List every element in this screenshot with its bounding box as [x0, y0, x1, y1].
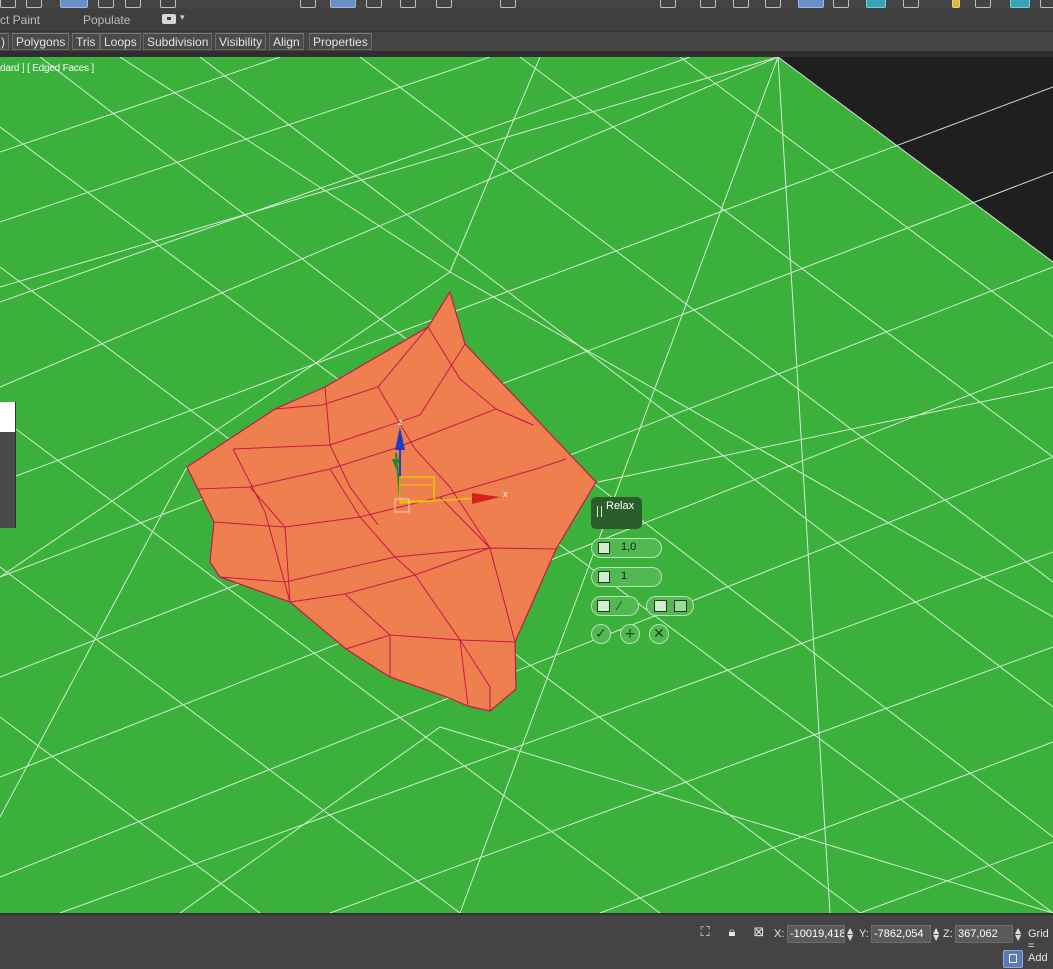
x-coord-field[interactable]: -10019,418	[787, 925, 845, 943]
toolbar-icon[interactable]	[0, 0, 16, 8]
percent-icon[interactable]	[436, 0, 452, 8]
iterations-icon	[598, 571, 610, 583]
ok-button[interactable]: ✓	[591, 624, 611, 644]
boundary-options-toggle[interactable]: ⁄	[591, 596, 639, 616]
drag-handle-icon[interactable]	[597, 506, 602, 517]
hold-boundary-icon[interactable]	[597, 600, 610, 612]
y-coord-label: Y:	[859, 928, 869, 940]
viewport-canvas[interactable]: z x	[0, 57, 1053, 913]
mirror-icon[interactable]	[660, 0, 676, 8]
gizmo-z-label: z	[398, 417, 403, 427]
tab-populate[interactable]: Populate	[83, 12, 130, 28]
lock-icon[interactable]: 🔒︎	[724, 925, 740, 941]
z-spinner-icon[interactable]: ▲ ▼	[1015, 927, 1021, 942]
caddy-title-label: Relax	[606, 500, 635, 512]
ribbon-panel-bar: ) Polygons Tris Loops Subdivision Visibi…	[0, 31, 1053, 52]
render-frame-icon[interactable]	[952, 0, 960, 8]
z-coord-label: Z:	[943, 928, 953, 940]
align-icon[interactable]	[700, 0, 716, 8]
relax-caddy-title[interactable]: Relax	[591, 497, 642, 529]
hold-corner-icon[interactable]	[654, 600, 667, 612]
move-icon[interactable]	[98, 0, 114, 8]
submenu-item-subdivision[interactable]: Subdivision	[143, 33, 213, 50]
render-production-icon[interactable]	[1010, 0, 1030, 8]
spinner-snap-icon[interactable]	[400, 0, 416, 8]
outer-points-toggle[interactable]	[646, 596, 694, 616]
schematic-view-icon[interactable]	[833, 0, 849, 8]
material-editor-icon[interactable]	[866, 0, 886, 8]
layer-icon[interactable]	[733, 0, 749, 8]
submenu-item-loops[interactable]: Loops	[100, 33, 141, 50]
submenu-item-edges[interactable]: )	[0, 33, 9, 50]
submenu-item-tris[interactable]: Tris	[72, 33, 100, 50]
selected-polygons[interactable]	[186, 290, 597, 712]
ribbon-toggle-icon[interactable]	[765, 0, 781, 8]
select-region-icon[interactable]	[26, 0, 42, 8]
submenu-item-align[interactable]: Align	[269, 33, 304, 50]
add-label[interactable]: Add	[1028, 952, 1048, 964]
ribbon-mode-icon[interactable]	[162, 14, 176, 24]
x-coord-label: X:	[774, 928, 785, 940]
select-object-icon[interactable]	[60, 0, 88, 8]
angle-snap-icon[interactable]	[330, 0, 356, 8]
x-spinner-icon[interactable]: ▲ ▼	[847, 927, 853, 942]
perspective-viewport[interactable]: z x dard ] [ Edged Faces ] Relax 1,0 1 ⁄…	[0, 57, 1053, 913]
snap-icon[interactable]	[300, 0, 316, 8]
render-setup-icon[interactable]	[903, 0, 919, 8]
status-bar: ⛶ 🔒︎ ⊠ X: -10019,418 ▲ ▼ Y: -7862,054 ▲ ▼ …	[0, 913, 1053, 969]
submenu-item-visibility[interactable]: Visibility	[215, 33, 267, 50]
percent-snap-icon[interactable]	[366, 0, 382, 8]
hold-outer-icon[interactable]: ⁄	[618, 599, 620, 613]
relax-amount-value[interactable]: 1,0	[621, 541, 636, 553]
curve-editor-icon[interactable]	[798, 0, 824, 8]
grid-label: Grid =	[1028, 928, 1049, 952]
y-spinner-icon[interactable]: ▲ ▼	[933, 927, 939, 942]
selection-fill[interactable]	[186, 290, 597, 712]
a360-icon[interactable]	[1040, 0, 1053, 8]
chevron-down-icon[interactable]: ▾	[180, 13, 185, 23]
viewport-label[interactable]: dard ] [ Edged Faces ]	[0, 63, 94, 74]
ribbon-tab-bar: ct Paint Populate ▾	[0, 9, 1053, 31]
submenu-item-properties[interactable]: Properties	[309, 33, 372, 50]
isolate-selection-icon[interactable]: ⛶	[697, 925, 713, 941]
y-coord-field[interactable]: -7862,054	[871, 925, 931, 943]
rotate-icon[interactable]	[125, 0, 141, 8]
scale-icon[interactable]	[160, 0, 176, 8]
apply-button[interactable]: +	[620, 624, 640, 644]
submenu-item-polygons[interactable]: Polygons	[12, 33, 70, 50]
left-side-panel[interactable]	[0, 402, 16, 528]
render-icon[interactable]	[975, 0, 991, 8]
relax-amount-icon	[598, 542, 610, 554]
side-panel-field[interactable]	[0, 402, 15, 432]
save-outer-icon[interactable]	[674, 600, 687, 612]
named-selection-icon[interactable]	[500, 0, 516, 8]
gizmo-x-label: x	[503, 489, 508, 499]
relax-iterations-field[interactable]: 1	[591, 567, 662, 587]
tab-object-paint[interactable]: ct Paint	[0, 12, 40, 28]
absolute-mode-icon[interactable]: ⊠	[751, 925, 767, 941]
relax-amount-field[interactable]: 1,0	[591, 538, 662, 558]
z-coord-field[interactable]: 367,062	[955, 925, 1013, 943]
relax-iterations-value[interactable]: 1	[621, 570, 627, 582]
cancel-button[interactable]: ✕	[649, 624, 669, 644]
add-time-tag-icon[interactable]	[1003, 950, 1023, 968]
